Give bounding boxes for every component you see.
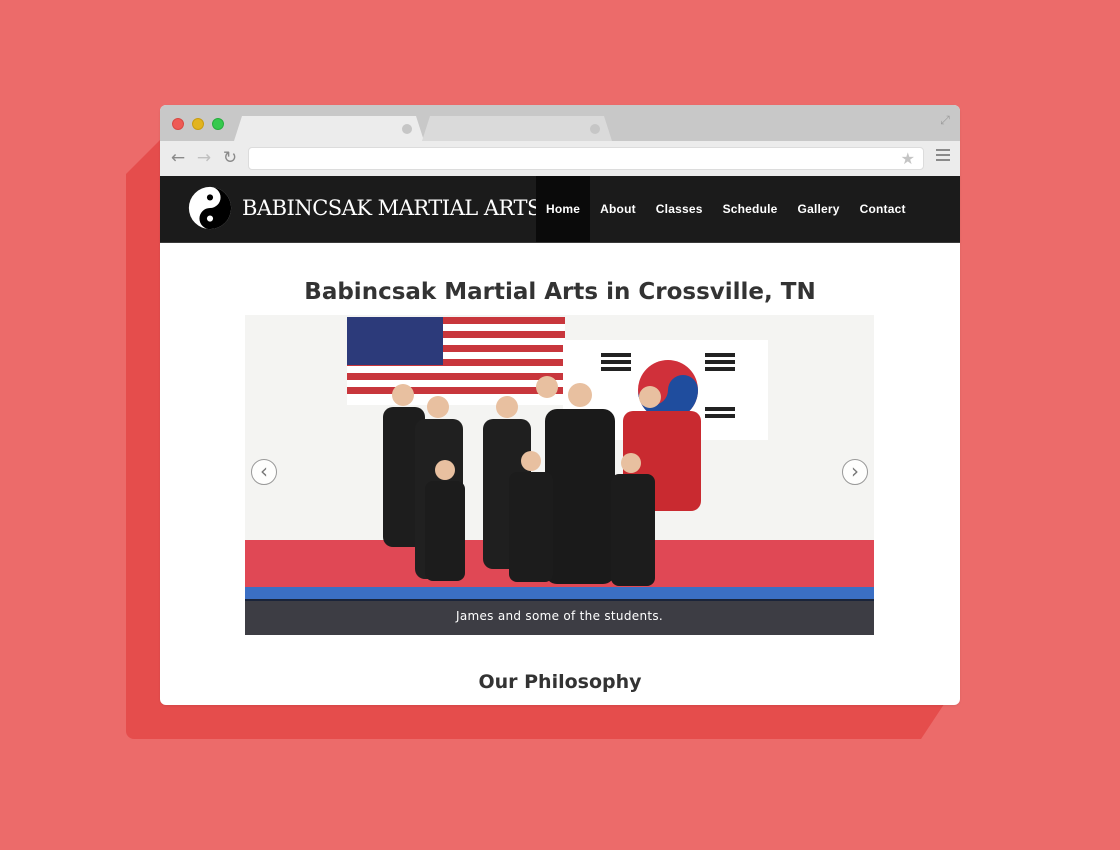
star-icon[interactable]: ★ — [901, 149, 915, 169]
page-title: Babincsak Martial Arts in Crossville, TN — [304, 279, 816, 305]
philosophy-heading: Our Philosophy — [478, 671, 642, 693]
browser-window: ⤢ ← → ↻ ★ BABINCSAK MARTIAL ARTS Home Ab… — [160, 105, 960, 705]
nav-item-schedule[interactable]: Schedule — [713, 176, 788, 242]
image-slider: ‹ › James and some of the students. — [245, 315, 874, 635]
tab-bar: ⤢ — [160, 105, 960, 141]
slider-next-button[interactable]: › — [842, 459, 868, 485]
main-nav: Home About Classes Schedule Gallery Cont… — [536, 176, 916, 242]
expand-icon[interactable]: ⤢ — [938, 113, 952, 127]
browser-tab-inactive[interactable] — [422, 116, 612, 141]
nav-item-contact[interactable]: Contact — [850, 176, 916, 242]
brand-name: BABINCSAK MARTIAL ARTS — [242, 196, 541, 220]
nav-item-gallery[interactable]: Gallery — [788, 176, 850, 242]
nav-item-home[interactable]: Home — [536, 176, 591, 242]
yin-yang-icon — [188, 186, 232, 230]
slider-prev-button[interactable]: ‹ — [251, 459, 277, 485]
tab-close-icon[interactable] — [590, 124, 600, 134]
site-logo[interactable]: BABINCSAK MARTIAL ARTS — [188, 186, 541, 230]
menu-icon[interactable] — [936, 149, 950, 167]
site-navbar: BABINCSAK MARTIAL ARTS Home About Classe… — [160, 176, 960, 243]
nav-item-about[interactable]: About — [590, 176, 646, 242]
group-photo — [245, 315, 874, 601]
reload-icon[interactable]: ↻ — [220, 148, 240, 168]
minimize-window-button[interactable] — [192, 118, 204, 130]
slider-caption: James and some of the students. — [245, 599, 874, 635]
browser-tab-active[interactable] — [234, 116, 424, 141]
back-icon[interactable]: ← — [168, 148, 188, 168]
close-window-button[interactable] — [172, 118, 184, 130]
address-bar[interactable]: ★ — [248, 147, 924, 170]
maximize-window-button[interactable] — [212, 118, 224, 130]
forward-icon[interactable]: → — [194, 148, 214, 168]
nav-item-classes[interactable]: Classes — [646, 176, 713, 242]
browser-toolbar: ← → ↻ ★ — [160, 141, 960, 177]
tab-close-icon[interactable] — [402, 124, 412, 134]
